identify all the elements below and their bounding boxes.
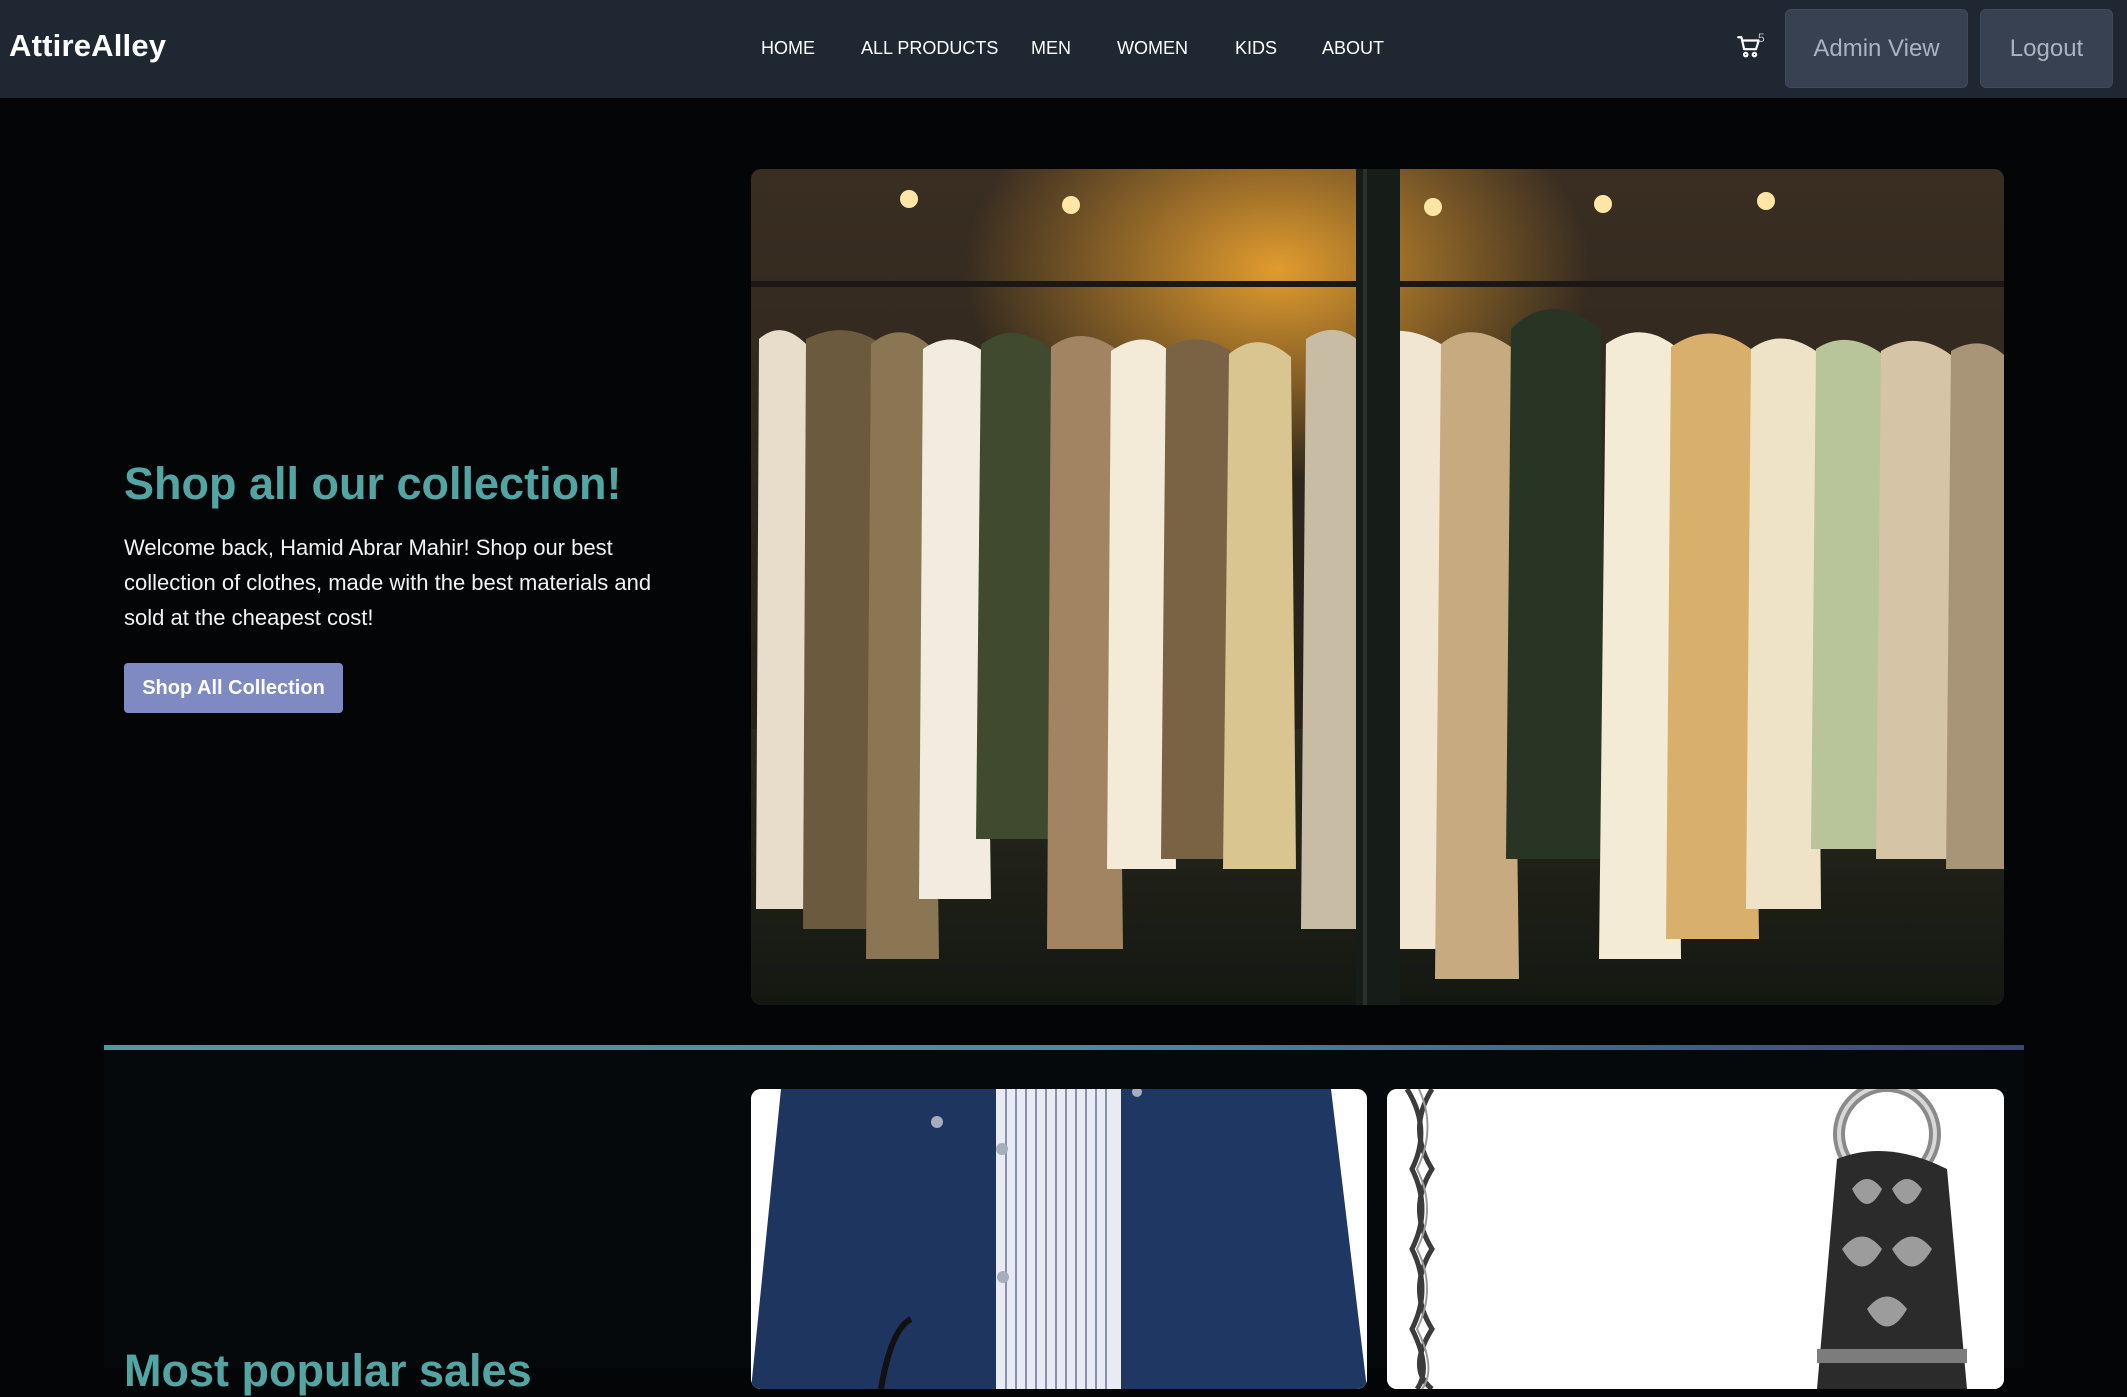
shop-all-collection-button[interactable]: Shop All Collection bbox=[124, 663, 343, 713]
nav-link-men[interactable]: MEN bbox=[1031, 38, 1071, 59]
nav-link-home[interactable]: HOME bbox=[761, 38, 815, 59]
clothing-rack-image bbox=[751, 169, 2004, 1005]
nav-link-all-products[interactable]: ALL PRODUCTS bbox=[861, 38, 998, 59]
hero-title: Shop all our collection! bbox=[124, 458, 622, 509]
nav-link-kids[interactable]: KIDS bbox=[1235, 38, 1277, 59]
cart-count-badge: 5 bbox=[1758, 31, 1765, 45]
hero-welcome-text: Welcome back, Hamid Abrar Mahir! Shop ou… bbox=[124, 535, 652, 630]
nav-link-women[interactable]: WOMEN bbox=[1117, 38, 1188, 59]
nav-link-about[interactable]: ABOUT bbox=[1322, 38, 1384, 59]
logout-button[interactable]: Logout bbox=[1980, 9, 2113, 88]
product-card-jacket[interactable] bbox=[751, 1089, 1367, 1389]
top-navbar: AttireAlley HOME ALL PRODUCTS MEN WOMEN … bbox=[0, 0, 2127, 98]
admin-view-button[interactable]: Admin View bbox=[1785, 9, 1968, 88]
product-card-bracelet[interactable] bbox=[1387, 1089, 2004, 1389]
popular-sales-title: Most popular sales bbox=[124, 1345, 532, 1396]
